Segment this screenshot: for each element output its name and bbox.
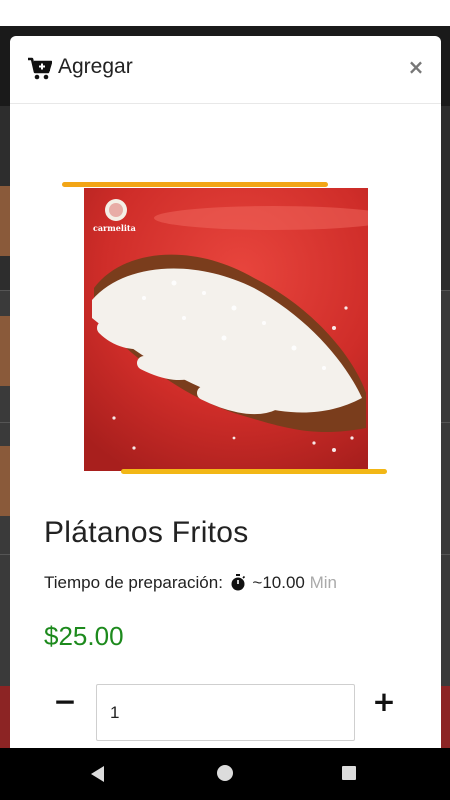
modal-header: Agregar × [10,36,441,104]
stopwatch-icon [230,574,246,591]
prep-time-unit: Min [309,573,338,592]
prep-time-label: Tiempo de preparación: [44,573,223,592]
decrease-quantity-button[interactable]: − [50,688,80,718]
background-thumbnail [0,316,10,386]
background-thumbnail [0,446,10,516]
close-button[interactable]: × [405,54,427,80]
recents-icon[interactable] [342,766,356,780]
status-bar [0,0,450,26]
modal-title: Agregar [58,55,133,78]
back-icon[interactable] [89,765,105,787]
prep-time-line: Tiempo de preparación: ~10.00 Min [44,573,337,593]
product-image: carmelita [84,188,368,471]
product-price: $25.00 [44,621,124,651]
increase-quantity-button[interactable]: + [369,688,399,718]
quantity-input[interactable] [96,684,355,741]
add-to-cart-modal: Agregar × carmelita Plátanos Fritos Tiem… [10,36,441,748]
accent-bar-bottom [121,469,387,474]
prep-time-value: ~10.00 [252,573,305,592]
product-image-frame: carmelita [62,182,389,478]
cart-plus-icon [27,57,53,81]
product-name: Plátanos Fritos [44,516,249,549]
home-icon[interactable] [217,765,233,781]
logo-text: carmelita [93,223,136,233]
android-nav-bar [0,748,450,800]
accent-bar-top [62,182,328,187]
background-thumbnail [0,186,10,256]
